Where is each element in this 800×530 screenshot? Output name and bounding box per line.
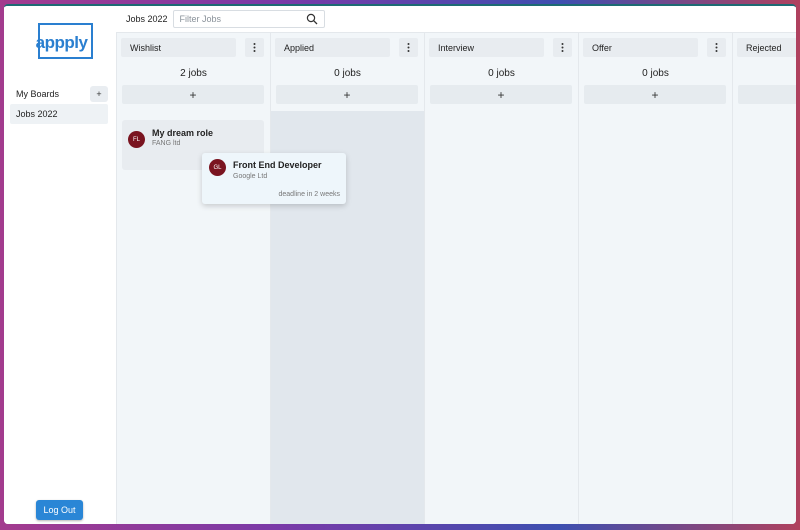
column-header: Wishlist <box>121 38 264 57</box>
appply-logo[interactable]: appply <box>35 23 93 59</box>
column-offer: Offer 0 jobs + <box>579 33 733 524</box>
boards-header: My Boards + <box>16 84 108 104</box>
dragging-job-card[interactable]: GL Front End Developer Google Ltd deadli… <box>202 153 346 204</box>
add-job-button[interactable]: + <box>122 85 264 104</box>
board-columns: Wishlist 2 jobs + FL My dream role FANG … <box>117 33 796 524</box>
job-title: Front End Developer <box>233 160 322 170</box>
sidebar: appply My Boards + Jobs 2022 Log Out <box>4 6 117 524</box>
job-count: 0 jobs <box>642 68 669 79</box>
kebab-menu-icon[interactable] <box>399 38 418 57</box>
column-name: Wishlist <box>121 38 236 57</box>
kebab-menu-icon[interactable] <box>245 38 264 57</box>
my-boards-label: My Boards <box>16 89 60 99</box>
sidebar-item-jobs-2022[interactable]: Jobs 2022 <box>10 104 108 124</box>
column-name: Interview <box>429 38 544 57</box>
column-header: Applied <box>275 38 418 57</box>
logo-text: appply <box>35 33 88 52</box>
job-count: 0 jobs <box>334 68 361 79</box>
job-count: 2 jobs <box>180 68 207 79</box>
add-job-button[interactable]: + <box>276 85 418 104</box>
search-input[interactable]: Filter Jobs <box>172 10 325 28</box>
add-job-button[interactable]: + <box>430 85 572 104</box>
board-title: Jobs 2022 <box>126 14 168 24</box>
company-avatar: GL <box>209 159 226 176</box>
column-rejected: Rejected <box>733 33 796 524</box>
column-wishlist: Wishlist 2 jobs + FL My dream role FANG … <box>117 33 271 524</box>
column-applied: Applied 0 jobs + <box>271 33 425 524</box>
column-header: Rejected <box>737 38 796 57</box>
deadline-text: deadline in 2 weeks <box>278 191 341 198</box>
kebab-menu-icon[interactable] <box>707 38 726 57</box>
company-name: Google Ltd <box>233 173 268 180</box>
column-name: Rejected <box>737 38 796 57</box>
column-interview: Interview 0 jobs + <box>425 33 579 524</box>
kebab-menu-icon[interactable] <box>553 38 572 57</box>
search-placeholder: Filter Jobs <box>179 14 222 24</box>
job-title: My dream role <box>152 128 214 138</box>
add-job-button[interactable] <box>738 85 796 104</box>
company-avatar: FL <box>128 131 145 148</box>
company-name: FANG ltd <box>152 140 181 147</box>
column-name: Applied <box>275 38 390 57</box>
add-job-button[interactable]: + <box>584 85 726 104</box>
topbar: Jobs 2022 Filter Jobs <box>116 6 796 33</box>
column-header: Interview <box>429 38 572 57</box>
add-board-button[interactable]: + <box>90 86 108 102</box>
column-name: Offer <box>583 38 698 57</box>
app-window: appply My Boards + Jobs 2022 Log Out Job… <box>4 4 796 524</box>
job-count: 0 jobs <box>488 68 515 79</box>
search-icon[interactable] <box>306 13 318 25</box>
logout-button[interactable]: Log Out <box>36 500 83 520</box>
column-header: Offer <box>583 38 726 57</box>
